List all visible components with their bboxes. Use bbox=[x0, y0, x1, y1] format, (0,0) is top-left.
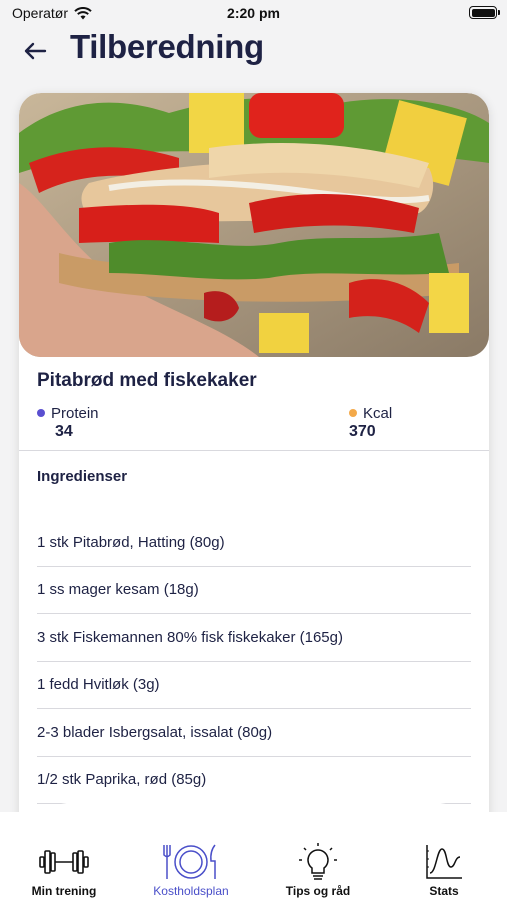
battery-icon bbox=[469, 6, 500, 19]
tab-tips-og-rad[interactable]: Tips og råd bbox=[258, 842, 378, 898]
back-arrow-icon bbox=[24, 42, 47, 60]
recipe-image bbox=[19, 93, 489, 357]
macro-kcal: Kcal 370 bbox=[349, 405, 392, 441]
plate-cutlery-icon bbox=[163, 844, 216, 879]
ingredient-item: 1 fedd Hvitløk (3g) bbox=[37, 662, 471, 709]
ingredient-item: 1 ss mager kesam (18g) bbox=[37, 567, 471, 614]
ingredient-item: 3 stk Fiskemannen 80% fisk fiskekaker (1… bbox=[37, 614, 471, 662]
page-title: Tilberedning bbox=[70, 28, 264, 65]
ingredient-list: 1 stk Pitabrød, Hatting (80g) 1 ss mager… bbox=[37, 519, 471, 804]
tab-bar: Min trening Kostholdsplan Tips og råd St… bbox=[0, 812, 507, 900]
macro-label: Kcal bbox=[363, 405, 393, 422]
recipe-name: Pitabrød med fiskekaker bbox=[37, 370, 257, 391]
ingredients-heading: Ingredienser bbox=[37, 468, 128, 485]
status-bar: Operatør 2:20 pm bbox=[0, 0, 507, 26]
kcal-dot-icon bbox=[349, 409, 357, 417]
macro-label: Protein bbox=[51, 405, 99, 422]
macro-value: 370 bbox=[349, 423, 376, 440]
ingredient-item: 2-3 blader Isbergsalat, issalat (80g) bbox=[37, 709, 471, 757]
dumbbell-icon bbox=[39, 850, 89, 874]
macro-value: 34 bbox=[55, 423, 73, 440]
tab-label: Kostholdsplan bbox=[153, 884, 229, 898]
divider bbox=[19, 450, 489, 451]
recipe-card: Pitabrød med fiskekaker Protein 34 Kcal … bbox=[19, 93, 489, 853]
tab-stats[interactable]: Stats bbox=[384, 842, 504, 898]
macro-protein: Protein 34 bbox=[37, 405, 99, 441]
header: Tilberedning bbox=[0, 26, 507, 76]
tab-label: Tips og råd bbox=[285, 884, 351, 898]
tab-min-trening[interactable]: Min trening bbox=[4, 842, 124, 898]
tab-label: Min trening bbox=[31, 884, 97, 898]
ingredient-item: 1 stk Pitabrød, Hatting (80g) bbox=[37, 519, 471, 567]
lightbulb-icon bbox=[299, 843, 337, 880]
protein-dot-icon bbox=[37, 409, 45, 417]
clock: 2:20 pm bbox=[227, 5, 280, 21]
tab-kostholdsplan[interactable]: Kostholdsplan bbox=[131, 842, 251, 898]
tab-label: Stats bbox=[429, 884, 459, 898]
back-button[interactable] bbox=[20, 36, 50, 66]
chart-icon bbox=[426, 845, 462, 879]
